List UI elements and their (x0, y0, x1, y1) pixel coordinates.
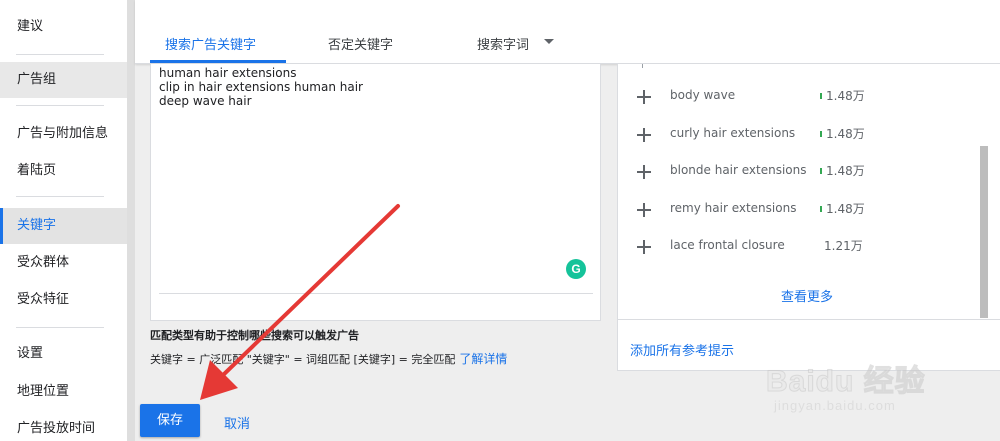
sidebar-item-settings[interactable]: 设置 (0, 336, 127, 372)
suggestion-keyword: body wave (670, 88, 736, 102)
learn-more-link[interactable]: 了解详情 (459, 352, 507, 366)
sidebar-item-audiences[interactable]: 受众群体 (0, 245, 127, 281)
sidebar-item-suggestions[interactable]: 建议 (0, 9, 127, 45)
keyword-suggestions-panel: body wave 1.48万 curly hair extensions 1.… (617, 64, 1000, 371)
sidebar-item-locations[interactable]: 地理位置 (0, 374, 127, 410)
sidebar-item-label: 广告投放时间 (17, 421, 96, 436)
watermark-url: jingyan.baidu.com (774, 398, 896, 413)
suggestion-volume: 1.48万 (826, 127, 865, 141)
suggestion-volume: 1.48万 (826, 164, 865, 178)
tab-negative-keywords[interactable]: 否定关键字 (328, 34, 393, 53)
add-icon[interactable] (637, 128, 651, 142)
keyword-line: deep wave hair (159, 94, 252, 108)
suggestion-row[interactable]: remy hair extensions 1.48万 (618, 191, 978, 229)
trend-icon (820, 131, 822, 137)
suggestion-keyword: blonde hair extensions (670, 163, 807, 177)
sidebar-item-label: 设置 (17, 346, 44, 361)
chevron-down-icon[interactable] (544, 39, 554, 44)
suggestion-row[interactable]: blonde hair extensions 1.48万 (618, 153, 978, 191)
trend-icon (820, 206, 822, 212)
sidebar-divider (16, 105, 104, 106)
sidebar-item-label: 关键字 (17, 218, 57, 233)
sidebar-item-label: 广告与附加信息 (17, 126, 109, 141)
suggestions-divider (618, 319, 1000, 320)
sidebar-item-ad-schedule[interactable]: 广告投放时间 (0, 411, 127, 441)
add-icon[interactable] (637, 90, 651, 104)
suggestions-scrollbar[interactable] (980, 146, 988, 318)
cancel-button[interactable]: 取消 (224, 413, 250, 432)
trend-icon (820, 93, 822, 99)
sidebar-item-label: 广告组 (17, 72, 57, 87)
sidebar-divider (16, 54, 104, 55)
add-icon[interactable] (637, 240, 651, 254)
suggestion-keyword: remy hair extensions (670, 201, 797, 215)
sidebar-item-label: 着陆页 (17, 163, 57, 178)
sidebar-divider (16, 327, 104, 328)
sidebar-item-label: 受众特征 (17, 292, 70, 307)
tab-search-keywords[interactable]: 搜索广告关键字 (165, 34, 256, 53)
sidebar-divider (16, 196, 104, 197)
watermark-logo: Baidu 经验 (766, 365, 926, 399)
suggestion-row[interactable]: lace frontal closure 1.21万 (618, 228, 978, 266)
scroll-marker (642, 64, 643, 68)
add-icon[interactable] (637, 165, 651, 179)
keyword-line: human hair extensions (159, 66, 297, 80)
add-all-suggestions-link[interactable]: 添加所有参考提示 (630, 340, 734, 359)
left-sidebar: 建议 广告组 广告与附加信息 着陆页 关键字 受众群体 受众特征 设置 地理位置… (0, 0, 127, 441)
sidebar-item-ad-groups[interactable]: 广告组 (0, 62, 127, 98)
baidu-watermark: Baidu 经验 jingyan.baidu.com (760, 340, 990, 430)
keyword-textarea[interactable]: human hair extensions clip in hair exten… (159, 66, 589, 108)
sidebar-item-ads-extensions[interactable]: 广告与附加信息 (0, 116, 127, 152)
suggestion-row[interactable]: body wave 1.48万 (618, 78, 978, 116)
sidebar-item-keywords[interactable]: 关键字 (0, 208, 127, 244)
suggestion-volume: 1.48万 (826, 202, 865, 216)
annotation-arrow-icon (200, 204, 400, 400)
suggestion-row[interactable]: curly hair extensions 1.48万 (618, 116, 978, 154)
tab-search-terms[interactable]: 搜索字词 (477, 34, 529, 53)
active-tab-indicator (150, 60, 286, 63)
trend-icon (820, 168, 822, 174)
sidebar-rail (127, 0, 135, 441)
keyword-tab-bar: 搜索广告关键字 否定关键字 搜索字词 (135, 0, 1000, 64)
suggestion-keyword: lace frontal closure (670, 238, 785, 252)
suggestion-volume: 1.48万 (826, 89, 865, 103)
grammarly-icon[interactable]: G (566, 259, 586, 279)
see-more-link[interactable]: 查看更多 (781, 286, 833, 305)
suggestion-volume: 1.21万 (824, 239, 863, 253)
sidebar-item-demographics[interactable]: 受众特征 (0, 282, 127, 318)
sidebar-item-label: 受众群体 (17, 255, 70, 270)
keyword-line: clip in hair extensions human hair (159, 80, 363, 94)
sidebar-item-label: 地理位置 (17, 384, 70, 399)
sidebar-item-landing-pages[interactable]: 着陆页 (0, 153, 127, 189)
sidebar-item-label: 建议 (17, 19, 44, 34)
suggestion-keyword: curly hair extensions (670, 126, 796, 140)
add-icon[interactable] (637, 203, 651, 217)
